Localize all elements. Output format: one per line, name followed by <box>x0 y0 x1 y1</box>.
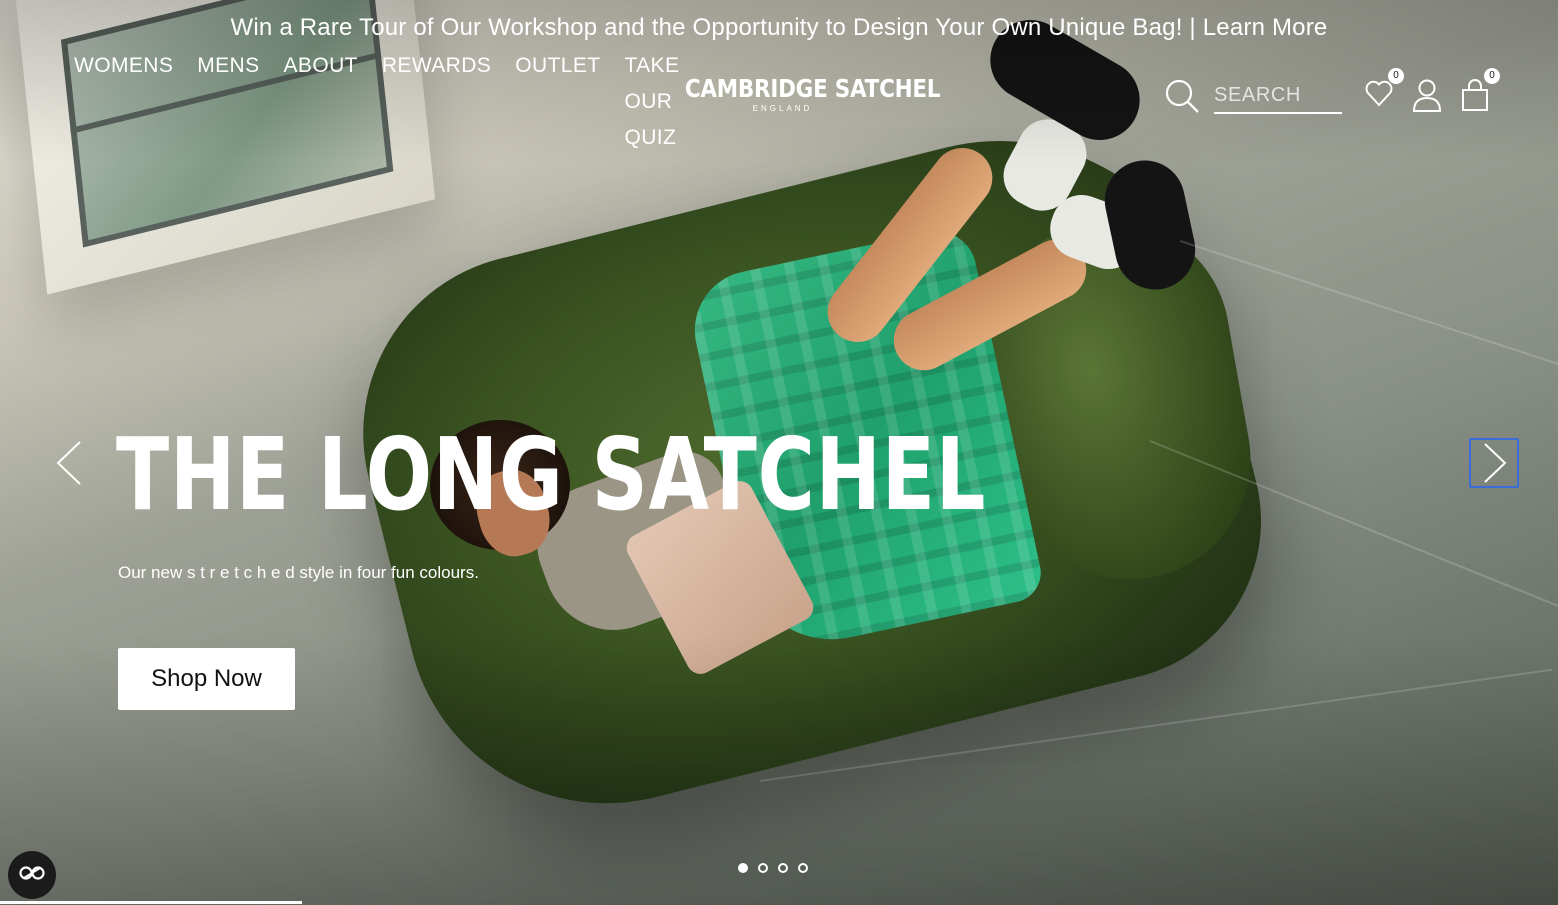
heart-icon <box>1364 80 1394 112</box>
nav-item-womens[interactable]: WOMENS <box>74 48 173 84</box>
accessibility-button[interactable] <box>8 851 56 899</box>
announcement-learn-more-link[interactable]: Learn More <box>1203 14 1328 41</box>
carousel-dot-1[interactable] <box>738 863 748 873</box>
nav-quiz-line-3: QUIZ <box>624 126 677 149</box>
nav-item-about[interactable]: ABOUT <box>284 48 358 84</box>
logo-subtitle: ENGLAND <box>752 104 813 113</box>
wishlist-count-badge: 0 <box>1388 68 1404 84</box>
nav-item-mens[interactable]: MENS <box>197 48 259 84</box>
nav-item-outlet[interactable]: OUTLET <box>515 48 600 84</box>
announcement-text: Win a Rare Tour of Our Workshop and the … <box>230 14 1203 41</box>
carousel-next-button[interactable] <box>1469 438 1519 488</box>
carousel-dot-3[interactable] <box>778 863 788 873</box>
hero-title: THE LONG SATCHEL <box>116 416 987 533</box>
cart-count-badge: 0 <box>1484 68 1500 84</box>
account-button[interactable] <box>1412 78 1442 117</box>
shopping-bag-icon <box>1460 79 1490 116</box>
brand-logo[interactable]: CAMBRIDGE SATCHEL ENGLAND <box>669 74 941 113</box>
hero-subtitle: Our new s t r e t c h e d style in four … <box>118 563 479 582</box>
shop-now-button[interactable]: Shop Now <box>118 648 295 710</box>
search-bar <box>1164 78 1342 114</box>
search-icon[interactable] <box>1164 78 1200 114</box>
chevron-left-icon <box>46 441 96 492</box>
carousel-dot-2[interactable] <box>758 863 768 873</box>
main-nav: WOMENS MENS ABOUT REWARDS OUTLET TAKE OU… <box>74 48 682 156</box>
cart-button[interactable]: 0 <box>1460 68 1500 117</box>
logo-wordmark: CAMBRIDGE SATCHEL <box>684 74 941 103</box>
search-input[interactable] <box>1214 78 1342 114</box>
announcement-bar: Win a Rare Tour of Our Workshop and the … <box>0 14 1558 42</box>
carousel-pagination <box>738 863 808 873</box>
accessibility-eye-icon <box>18 865 46 886</box>
slide-progress-bar <box>0 901 302 904</box>
carousel-prev-button[interactable] <box>46 438 96 488</box>
nav-item-rewards[interactable]: REWARDS <box>382 48 491 84</box>
wishlist-button[interactable]: 0 <box>1364 68 1404 113</box>
chevron-right-icon <box>1471 443 1517 490</box>
user-icon <box>1412 79 1442 116</box>
carousel-dot-4[interactable] <box>798 863 808 873</box>
